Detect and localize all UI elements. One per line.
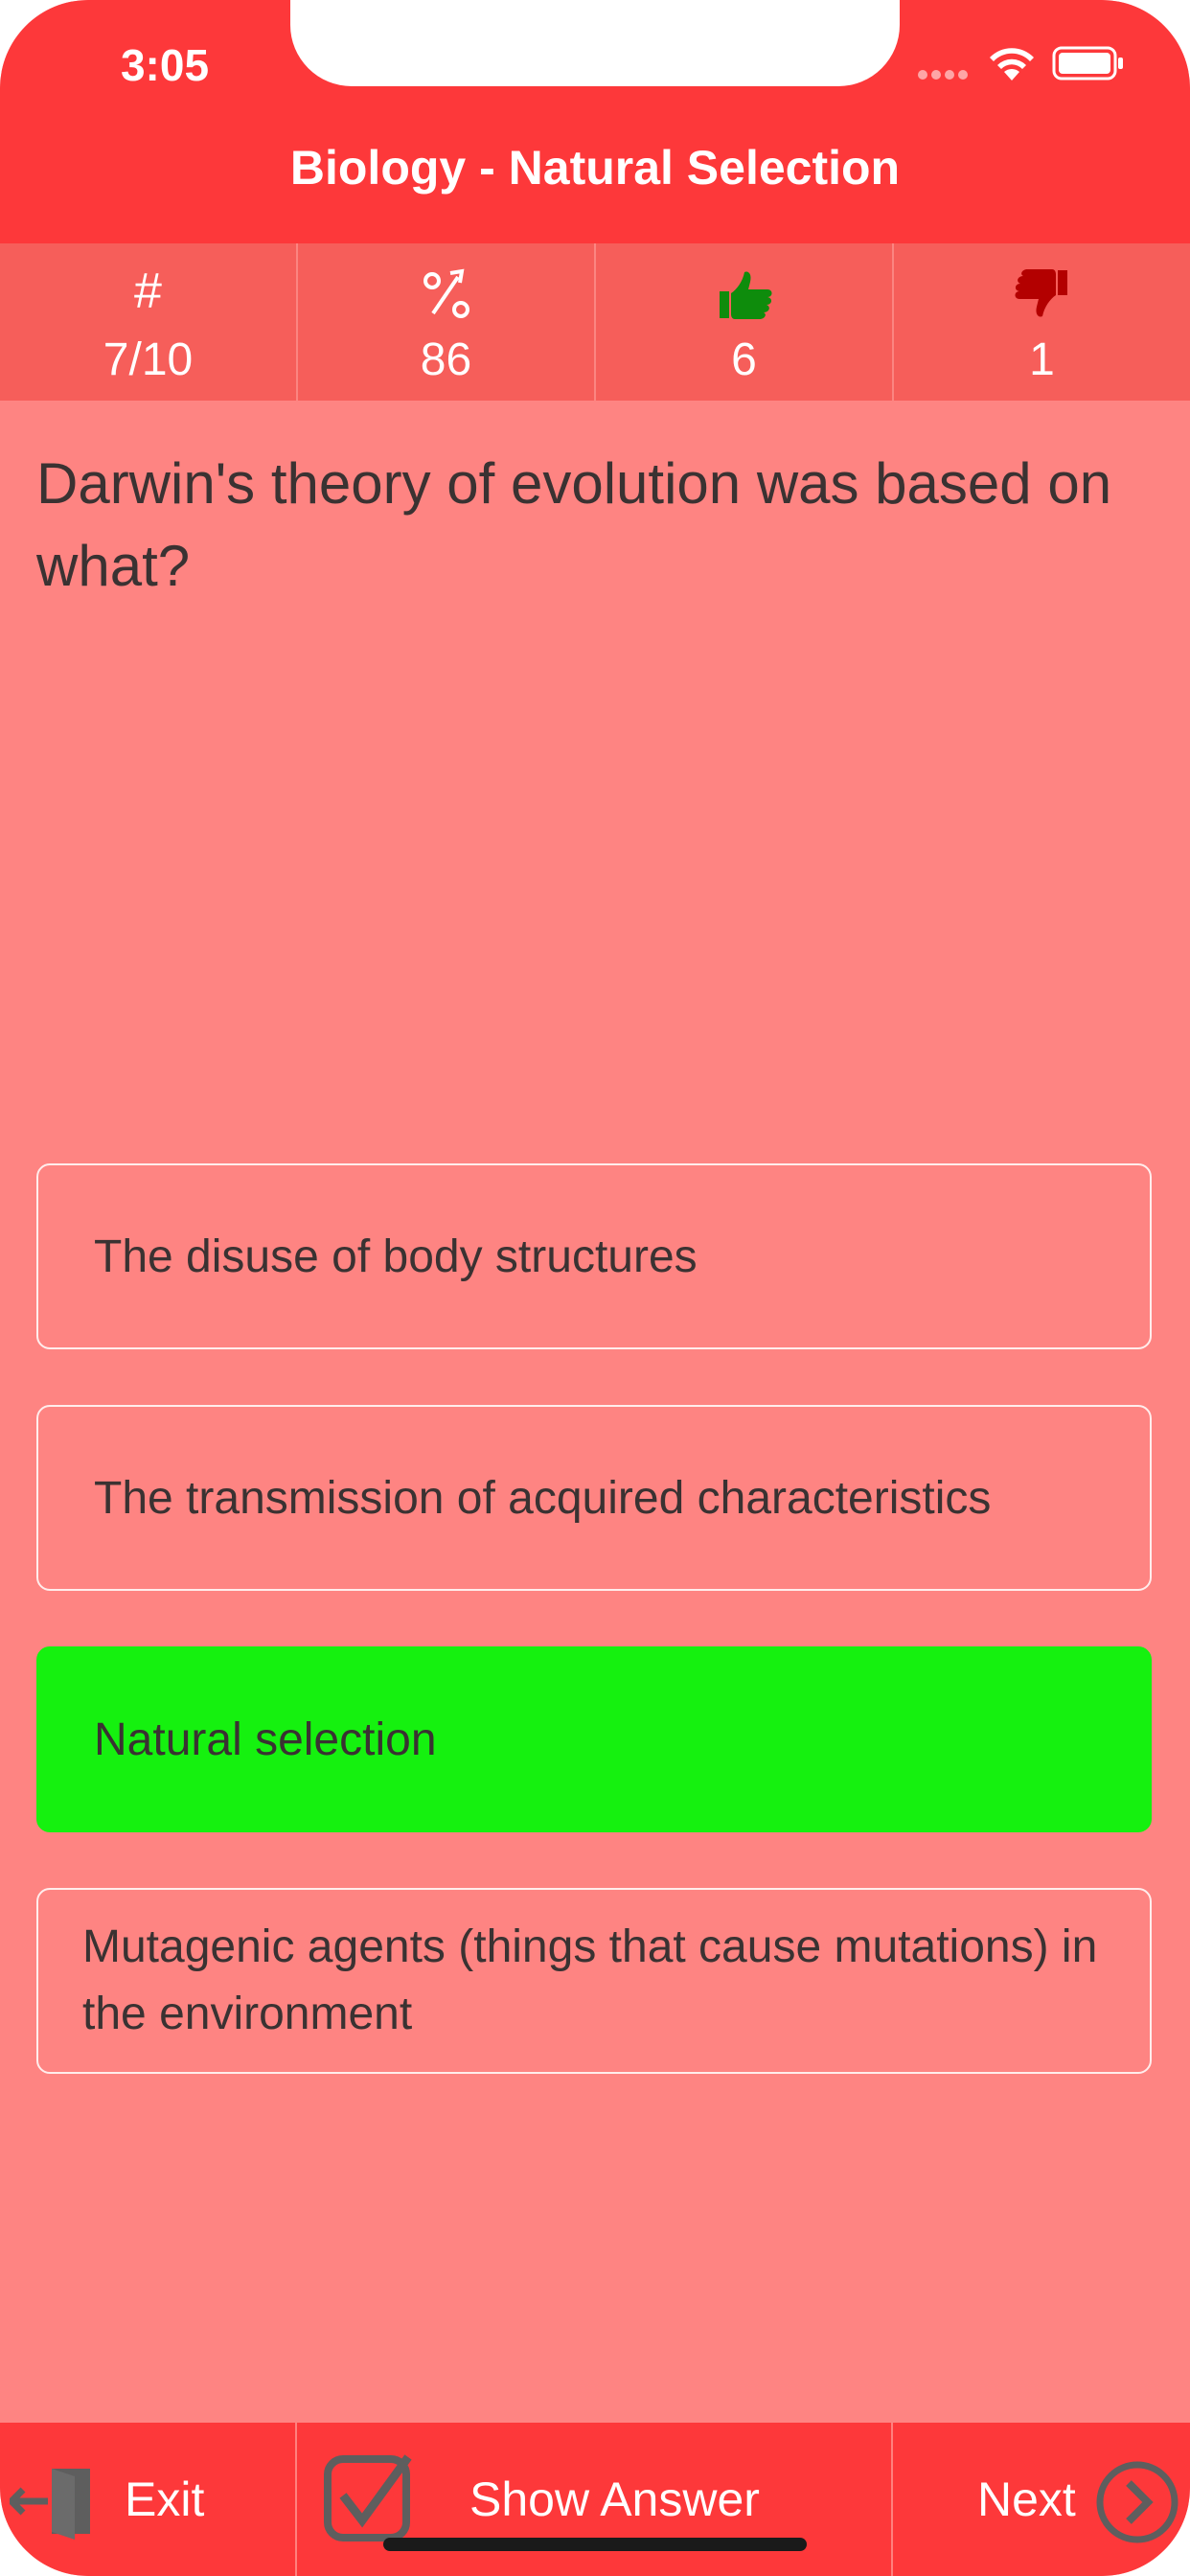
thumbs-down-icon <box>894 261 1190 322</box>
thumbs-up-icon <box>596 261 892 322</box>
status-time: 3:05 <box>120 40 210 90</box>
next-button[interactable]: Next <box>893 2423 1190 2576</box>
show-answer-label: Show Answer <box>469 2472 760 2526</box>
exit-door-icon <box>10 2469 90 2540</box>
stat-question-progress: # 7/10 <box>0 243 298 401</box>
answer-option-3[interactable]: Natural selection <box>36 1646 1152 1832</box>
stat-correct: 6 <box>596 243 894 401</box>
next-label: Next <box>977 2472 1076 2526</box>
exit-label: Exit <box>125 2472 205 2526</box>
hash-icon: # <box>134 264 162 319</box>
answer-option-1[interactable]: The disuse of body structures <box>36 1163 1152 1349</box>
stat-question-progress-value: 7/10 <box>103 334 194 385</box>
question-text: Darwin's theory of evolution was based o… <box>36 451 1112 598</box>
home-indicator <box>383 2538 807 2551</box>
stat-percentage: 86 <box>298 243 596 401</box>
show-answer-button[interactable]: Show Answer <box>297 2423 893 2576</box>
chevron-right-circle-icon <box>1096 2461 1179 2543</box>
bottom-toolbar: Exit Show Answer Next <box>0 2423 1190 2576</box>
answer-option-2[interactable]: The transmission of acquired characteris… <box>36 1405 1152 1591</box>
checkbox-check-icon <box>324 2454 412 2542</box>
cellular-signal-icon <box>918 67 975 80</box>
exit-button[interactable]: Exit <box>0 2423 297 2576</box>
header: 3:05 Biology - Natural Selection <box>0 0 1190 243</box>
stat-incorrect-value: 1 <box>1029 334 1055 385</box>
stat-correct-value: 6 <box>731 334 757 385</box>
stats-bar: # 7/10 86 6 1 <box>0 243 1190 401</box>
answer-option-4[interactable]: Mutagenic agents (things that cause muta… <box>36 1888 1152 2074</box>
stat-percentage-value: 86 <box>420 334 472 385</box>
battery-icon <box>1052 46 1123 80</box>
quiz-screen: 3:05 Biology - Natural Selection # 7/10 <box>0 0 1190 2576</box>
page-title: Biology - Natural Selection <box>289 141 901 195</box>
device-notch <box>290 0 900 86</box>
wifi-icon <box>990 48 1034 80</box>
stat-incorrect: 1 <box>894 243 1190 401</box>
percent-up-icon <box>298 261 594 322</box>
